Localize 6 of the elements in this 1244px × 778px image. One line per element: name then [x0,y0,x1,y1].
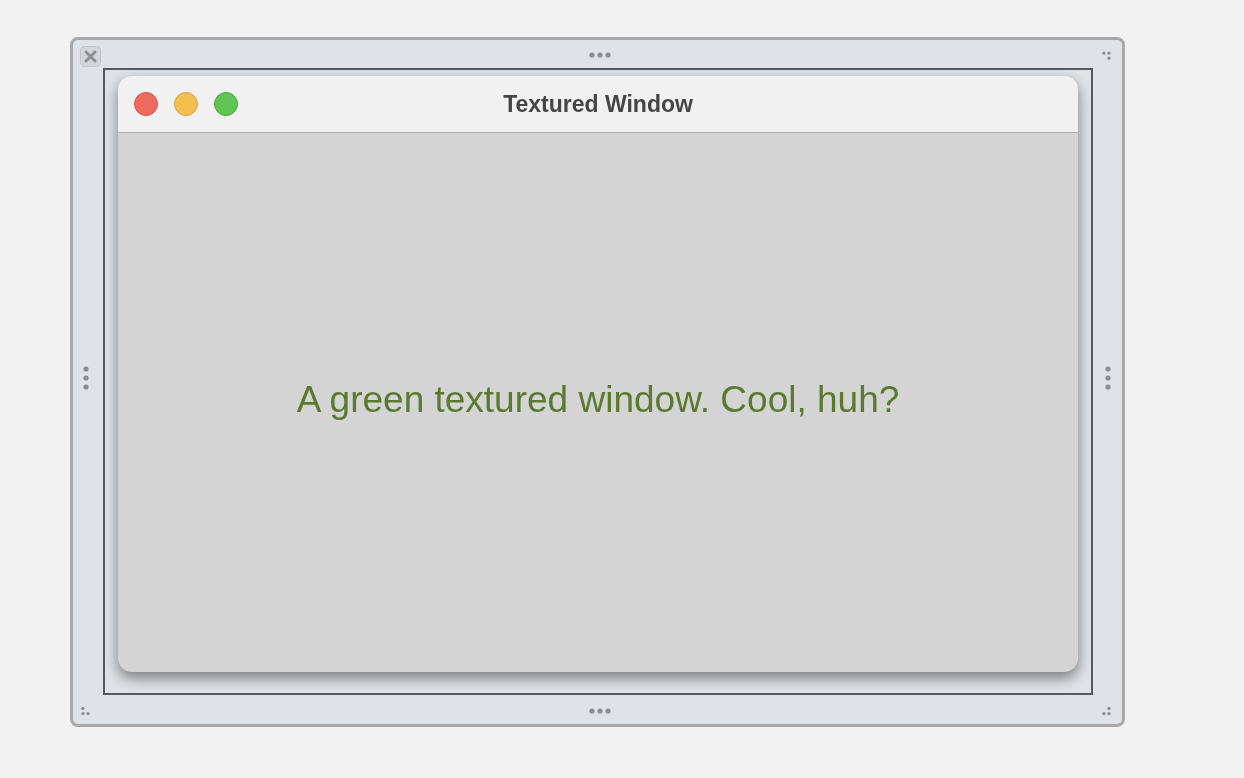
close-icon[interactable] [80,46,101,67]
content-label: A green textured window. Cool, huh? [296,377,900,422]
zoom-button[interactable] [214,92,238,116]
window-title: Textured Window [503,89,693,119]
close-button[interactable] [134,92,158,116]
minimize-button[interactable] [174,92,198,116]
